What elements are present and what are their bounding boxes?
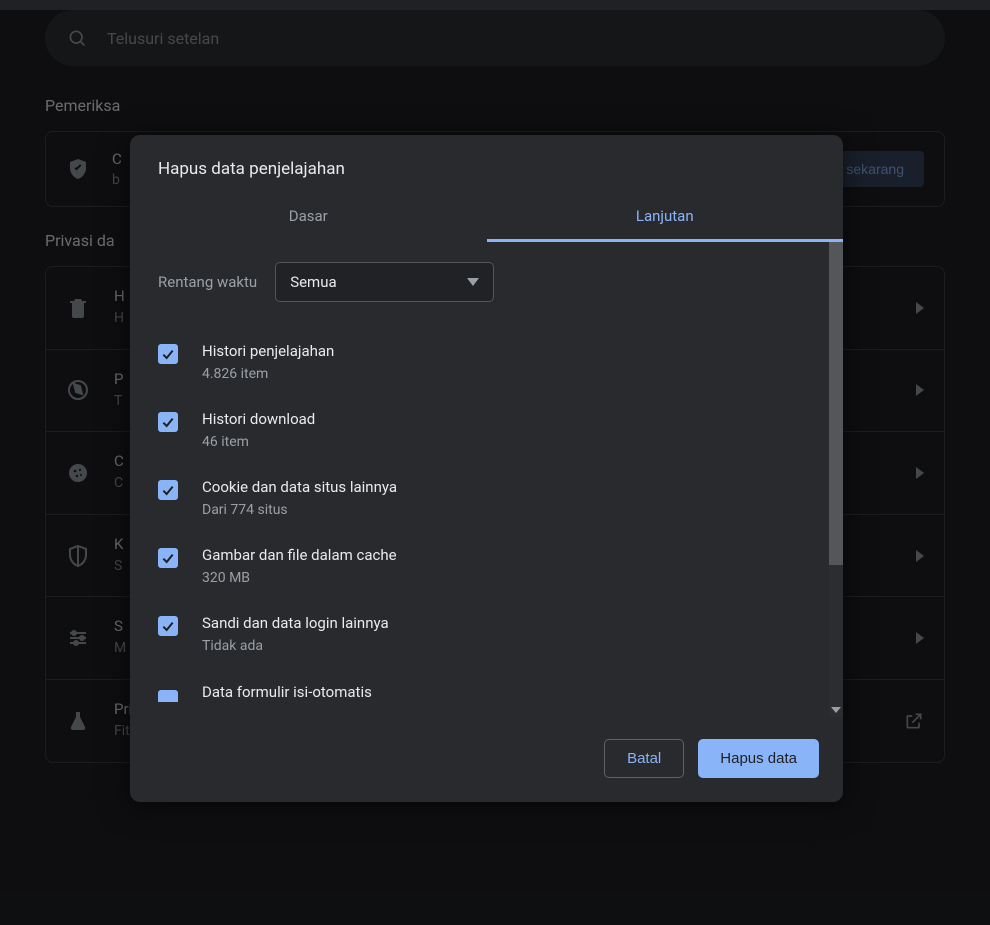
time-range-value: Semua bbox=[290, 273, 336, 291]
option-row[interactable]: Cookie dan data situs lainnya Dari 774 s… bbox=[158, 464, 817, 532]
opt5-title: Data formulir isi-otomatis bbox=[202, 683, 372, 701]
opt4-sub: Tidak ada bbox=[202, 638, 389, 654]
opt1-sub: 46 item bbox=[202, 434, 315, 450]
opt2-title: Cookie dan data situs lainnya bbox=[202, 478, 397, 496]
opt4-title: Sandi dan data login lainnya bbox=[202, 614, 389, 632]
checkbox-autofill[interactable] bbox=[158, 690, 178, 702]
option-row[interactable]: Gambar dan file dalam cache 320 MB bbox=[158, 532, 817, 600]
scrollbar-down-icon[interactable] bbox=[829, 703, 843, 717]
tab-basic[interactable]: Dasar bbox=[130, 195, 487, 242]
dialog-title: Hapus data penjelajahan bbox=[130, 135, 843, 195]
option-row[interactable]: Histori download 46 item bbox=[158, 396, 817, 464]
opt0-sub: 4.826 item bbox=[202, 366, 334, 382]
checkbox-cache[interactable] bbox=[158, 548, 178, 568]
chevron-down-icon bbox=[467, 278, 479, 286]
checkbox-download-history[interactable] bbox=[158, 412, 178, 432]
option-row-partial[interactable]: Data formulir isi-otomatis bbox=[158, 668, 817, 702]
scrollbar-thumb[interactable] bbox=[829, 242, 843, 565]
opt3-title: Gambar dan file dalam cache bbox=[202, 546, 397, 564]
time-range-label: Rentang waktu bbox=[158, 273, 257, 291]
clear-data-button[interactable]: Hapus data bbox=[698, 739, 819, 778]
option-row[interactable]: Sandi dan data login lainnya Tidak ada bbox=[158, 600, 817, 668]
opt0-title: Histori penjelajahan bbox=[202, 342, 334, 360]
opt3-sub: 320 MB bbox=[202, 570, 397, 586]
tab-advanced[interactable]: Lanjutan bbox=[487, 195, 844, 242]
opt1-title: Histori download bbox=[202, 410, 315, 428]
option-row[interactable]: Histori penjelajahan 4.826 item bbox=[158, 328, 817, 396]
time-range-select[interactable]: Semua bbox=[275, 262, 493, 302]
scrollbar-track[interactable] bbox=[829, 242, 843, 717]
clear-browsing-data-dialog: Hapus data penjelajahan Dasar Lanjutan R… bbox=[130, 135, 843, 802]
opt2-sub: Dari 774 situs bbox=[202, 502, 397, 518]
checkbox-passwords[interactable] bbox=[158, 616, 178, 636]
checkbox-cookies[interactable] bbox=[158, 480, 178, 500]
checkbox-browsing-history[interactable] bbox=[158, 344, 178, 364]
cancel-button[interactable]: Batal bbox=[604, 739, 684, 778]
